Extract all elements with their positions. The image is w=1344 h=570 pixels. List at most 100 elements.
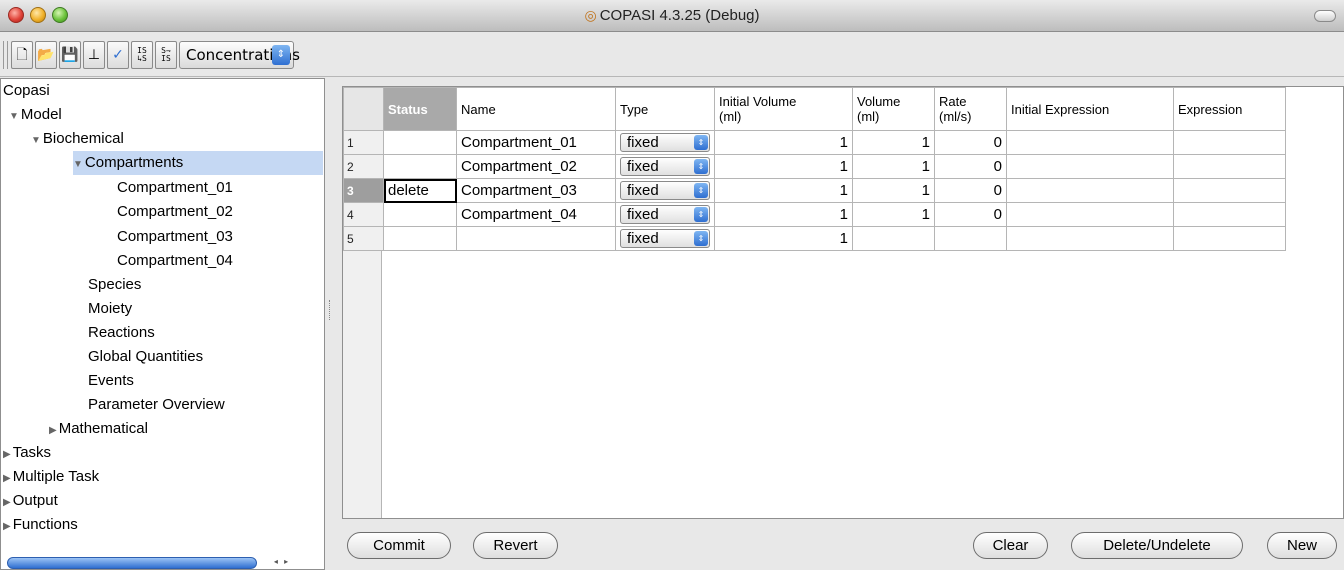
clear-button[interactable]: Clear bbox=[973, 532, 1048, 559]
column-header-initial-volume[interactable]: Initial Volume (ml) bbox=[714, 87, 853, 131]
tree-node-global-quantities[interactable]: Global Quantities bbox=[88, 345, 203, 369]
tree-node-biochemical[interactable]: ▼ Biochemical bbox=[31, 127, 124, 151]
status-cell[interactable]: delete bbox=[383, 178, 457, 203]
new-file-button[interactable]: 🗋 bbox=[11, 41, 33, 69]
expression-cell[interactable] bbox=[1173, 130, 1286, 155]
column-header-type[interactable]: Type bbox=[615, 87, 715, 131]
tree-node-moiety[interactable]: Moiety bbox=[88, 297, 132, 321]
tree-node-compartment-03[interactable]: Compartment_03 bbox=[117, 225, 233, 249]
tree-node-tasks[interactable]: ▶ Tasks bbox=[3, 441, 51, 465]
tree-node-compartment-04[interactable]: Compartment_04 bbox=[117, 249, 233, 273]
tree-horizontal-scrollbar[interactable] bbox=[7, 557, 257, 569]
slider-button[interactable]: ⊥ bbox=[83, 41, 105, 69]
toolbar-grip-icon[interactable] bbox=[3, 41, 8, 69]
column-header-name[interactable]: Name bbox=[456, 87, 616, 131]
toolbar-toggle-button[interactable] bbox=[1314, 10, 1336, 22]
tree-node-mathematical[interactable]: ▶ Mathematical bbox=[49, 417, 148, 441]
initial-volume-cell[interactable]: 1 bbox=[714, 130, 853, 155]
type-select[interactable]: fixed ⇕ bbox=[620, 205, 710, 224]
row-number[interactable]: 3 bbox=[343, 178, 384, 203]
table-row[interactable]: 2 Compartment_02 fixed ⇕ 1 1 0 bbox=[343, 154, 1286, 179]
table-row[interactable]: 1 Compartment_01 fixed ⇕ 1 1 0 bbox=[343, 130, 1286, 155]
volume-cell[interactable]: 1 bbox=[852, 154, 935, 179]
initial-expression-cell[interactable] bbox=[1006, 178, 1174, 203]
initial-expression-cell[interactable] bbox=[1006, 154, 1174, 179]
rate-cell[interactable]: 0 bbox=[934, 202, 1007, 227]
type-select[interactable]: fixed ⇕ bbox=[620, 229, 710, 248]
volume-cell[interactable]: 1 bbox=[852, 202, 935, 227]
name-cell[interactable]: Compartment_02 bbox=[456, 154, 616, 179]
collapsed-triangle-icon[interactable]: ▶ bbox=[3, 521, 11, 532]
revert-button[interactable]: Revert bbox=[473, 532, 558, 559]
new-button[interactable]: New bbox=[1267, 532, 1337, 559]
apply-initial-state-button[interactable]: IS ↳S bbox=[131, 41, 153, 69]
type-select[interactable]: fixed ⇕ bbox=[620, 157, 710, 176]
expression-cell[interactable] bbox=[1173, 178, 1286, 203]
collapsed-triangle-icon[interactable]: ▶ bbox=[3, 497, 11, 508]
tree-node-copasi[interactable]: Copasi bbox=[3, 79, 50, 103]
initial-expression-cell[interactable] bbox=[1006, 130, 1174, 155]
open-file-button[interactable]: 📂 bbox=[35, 41, 57, 69]
object-browser-tree[interactable]: Copasi ▼ Model ▼ Biochemical ▼ Compartments… bbox=[0, 78, 325, 570]
expanded-triangle-icon[interactable]: ▼ bbox=[9, 111, 19, 122]
table-row[interactable]: 4 Compartment_04 fixed ⇕ 1 1 0 bbox=[343, 202, 1286, 227]
column-header-volume[interactable]: Volume (ml) bbox=[852, 87, 935, 131]
expanded-triangle-icon[interactable]: ▼ bbox=[31, 135, 41, 146]
table-row[interactable]: 5 fixed ⇕ 1 bbox=[343, 226, 1286, 251]
initial-volume-cell[interactable]: 1 bbox=[714, 202, 853, 227]
row-number[interactable]: 2 bbox=[343, 154, 384, 179]
check-model-button[interactable]: ✓ bbox=[107, 41, 129, 69]
status-cell[interactable] bbox=[383, 226, 457, 251]
row-number[interactable]: 5 bbox=[343, 226, 384, 251]
type-select[interactable]: fixed ⇕ bbox=[620, 133, 710, 152]
tree-node-multiple-task[interactable]: ▶ Multiple Task bbox=[3, 465, 99, 489]
initial-expression-cell[interactable] bbox=[1006, 226, 1174, 251]
tree-node-model[interactable]: ▼ Model bbox=[9, 103, 62, 127]
initial-volume-cell[interactable]: 1 bbox=[714, 178, 853, 203]
delete-undelete-button[interactable]: Delete/Undelete bbox=[1071, 532, 1243, 559]
status-cell[interactable] bbox=[383, 130, 457, 155]
rate-cell[interactable] bbox=[934, 226, 1007, 251]
type-select[interactable]: fixed ⇕ bbox=[620, 181, 710, 200]
tree-node-compartments[interactable]: ▼ Compartments bbox=[73, 151, 323, 175]
rate-cell[interactable]: 0 bbox=[934, 178, 1007, 203]
volume-cell[interactable]: 1 bbox=[852, 130, 935, 155]
volume-cell[interactable]: 1 bbox=[852, 178, 935, 203]
name-cell[interactable] bbox=[456, 226, 616, 251]
name-cell[interactable]: Compartment_01 bbox=[456, 130, 616, 155]
rate-cell[interactable]: 0 bbox=[934, 154, 1007, 179]
initial-volume-cell[interactable]: 1 bbox=[714, 226, 853, 251]
update-initial-state-button[interactable]: S⇁ IS bbox=[155, 41, 177, 69]
collapsed-triangle-icon[interactable]: ▶ bbox=[3, 473, 11, 484]
column-header-status[interactable]: Status bbox=[383, 87, 457, 131]
expression-cell[interactable] bbox=[1173, 154, 1286, 179]
tree-node-events[interactable]: Events bbox=[88, 369, 134, 393]
rate-cell[interactable]: 0 bbox=[934, 130, 1007, 155]
status-cell[interactable] bbox=[383, 154, 457, 179]
tree-node-output[interactable]: ▶ Output bbox=[3, 489, 58, 513]
row-number[interactable]: 1 bbox=[343, 130, 384, 155]
collapsed-triangle-icon[interactable]: ▶ bbox=[49, 425, 57, 436]
column-header-rate[interactable]: Rate (ml/s) bbox=[934, 87, 1007, 131]
column-header-expression[interactable]: Expression bbox=[1173, 87, 1286, 131]
column-header-initial-expression[interactable]: Initial Expression bbox=[1006, 87, 1174, 131]
scroll-arrows-icon[interactable]: ◂ ▸ bbox=[271, 557, 293, 569]
expanded-triangle-icon[interactable]: ▼ bbox=[73, 159, 83, 170]
collapsed-triangle-icon[interactable]: ▶ bbox=[3, 449, 11, 460]
status-cell[interactable] bbox=[383, 202, 457, 227]
save-file-button[interactable]: 💾 bbox=[59, 41, 81, 69]
row-number[interactable]: 4 bbox=[343, 202, 384, 227]
concentration-mode-select[interactable]: Concentrations ⇕ bbox=[179, 41, 300, 69]
name-cell[interactable]: Compartment_03 bbox=[456, 178, 616, 203]
tree-node-compartment-02[interactable]: Compartment_02 bbox=[117, 200, 233, 224]
expression-cell[interactable] bbox=[1173, 202, 1286, 227]
table-corner[interactable] bbox=[343, 87, 384, 131]
tree-node-reactions[interactable]: Reactions bbox=[88, 321, 155, 345]
table-row[interactable]: 3 delete Compartment_03 fixed ⇕ 1 1 0 bbox=[343, 178, 1286, 203]
tree-node-parameter-overview[interactable]: Parameter Overview bbox=[88, 393, 225, 417]
commit-button[interactable]: Commit bbox=[347, 532, 451, 559]
tree-node-functions[interactable]: ▶ Functions bbox=[3, 513, 78, 537]
initial-expression-cell[interactable] bbox=[1006, 202, 1174, 227]
name-cell[interactable]: Compartment_04 bbox=[456, 202, 616, 227]
tree-node-compartment-01[interactable]: Compartment_01 bbox=[117, 176, 233, 200]
